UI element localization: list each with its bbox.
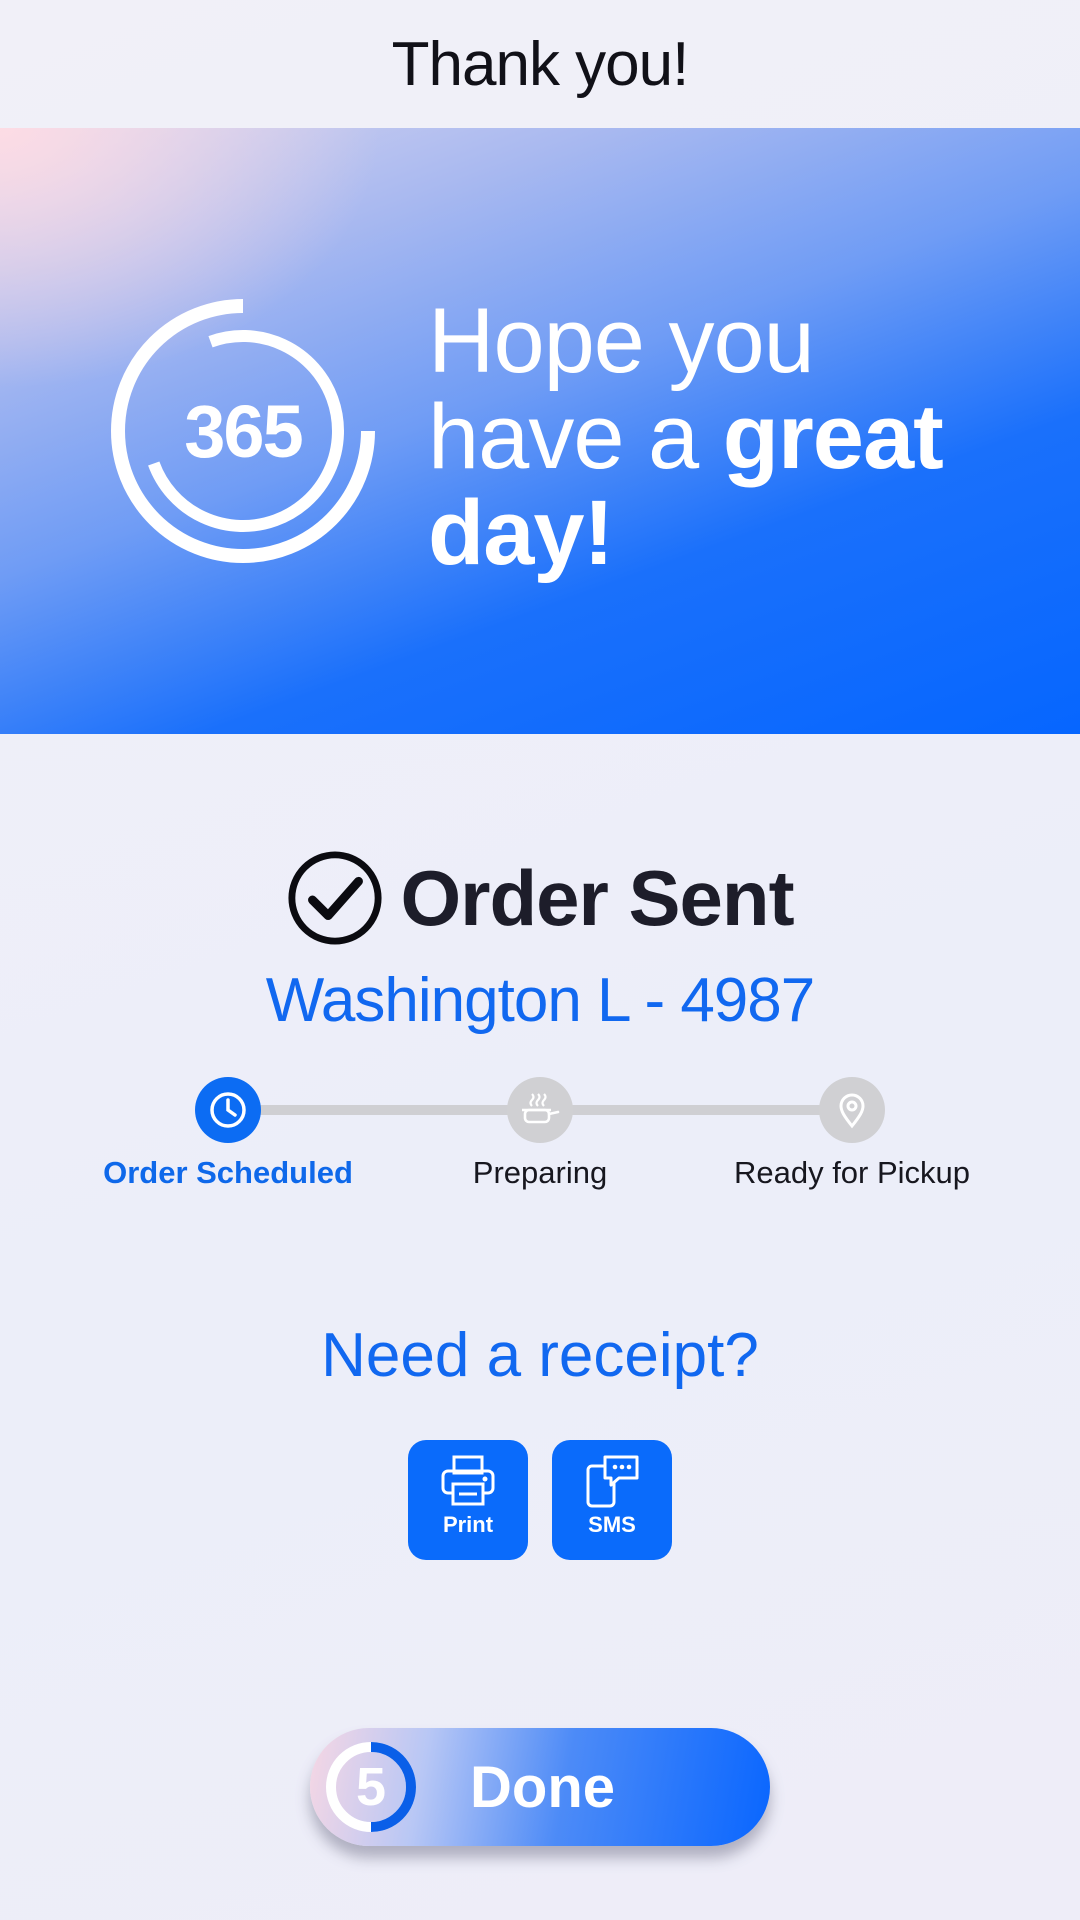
sms-receipt-button[interactable]: SMS [552, 1440, 672, 1560]
countdown-timer: 5 [324, 1740, 418, 1834]
hero-line-2-bold: great [722, 386, 944, 488]
step-ready-dot [819, 1077, 885, 1143]
done-button[interactable]: 5 Done [310, 1728, 770, 1846]
print-label: Print [442, 1512, 494, 1537]
step-order-scheduled-dot [195, 1077, 261, 1143]
check-circle-icon [288, 851, 382, 945]
step-label-ready-for-pickup: Ready for Pickup [733, 1155, 971, 1190]
countdown-number: 5 [355, 1757, 387, 1817]
logo-text: 365 [184, 389, 303, 473]
hero-banner: 365 Hope you have a great day! [0, 128, 1080, 734]
hero-line-2-light: have a [428, 386, 723, 488]
order-progress: Order Scheduled Preparing Ready for Pick… [0, 1075, 1080, 1195]
phone-message-icon [586, 1455, 639, 1508]
order-name: Washington L - 4987 [265, 966, 816, 1035]
step-preparing-dot [507, 1077, 573, 1143]
step-label-order-scheduled: Order Scheduled [103, 1155, 353, 1190]
hero-line-3: day! [428, 482, 614, 584]
receipt-question: Need a receipt? [321, 1321, 759, 1390]
cooking-pot-icon [522, 1093, 560, 1124]
hero-message: Hope you have a great day! [428, 293, 1048, 581]
sms-label: SMS [588, 1512, 636, 1537]
done-label: Done [470, 1754, 615, 1820]
printer-icon [441, 1455, 495, 1506]
step-label-preparing: Preparing [472, 1155, 608, 1190]
order-status-header: Order Sent [0, 848, 1080, 948]
clock-icon [210, 1092, 246, 1128]
title-bar: Thank you! [0, 0, 1080, 128]
order-status-title: Order Sent [400, 853, 794, 942]
brand-logo: 365 [108, 296, 378, 566]
print-receipt-button[interactable]: Print [408, 1440, 528, 1560]
page-title: Thank you! [391, 29, 690, 99]
location-pin-icon [839, 1093, 865, 1129]
hero-line-1: Hope you [428, 290, 815, 392]
